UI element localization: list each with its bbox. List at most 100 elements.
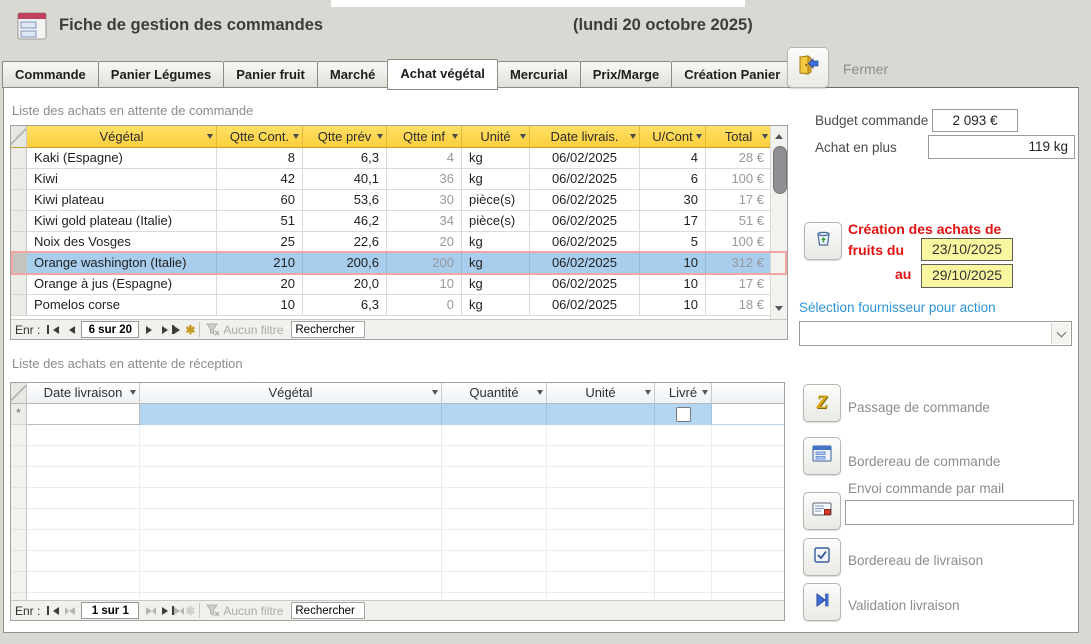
row-selector[interactable] [11, 572, 27, 593]
table-cell[interactable]: 25 [217, 232, 303, 253]
orders-column-header[interactable]: Qtte prév [303, 126, 387, 148]
reception-column-header[interactable]: Date livraison [27, 383, 140, 404]
filter-status[interactable]: Aucun filtre [206, 604, 283, 618]
table-cell[interactable]: 06/02/2025 [530, 211, 640, 232]
filter-dropdown-icon[interactable] [537, 390, 543, 398]
reception-column-header[interactable]: Quantité [442, 383, 547, 404]
table-cell[interactable]: 17 € [706, 274, 772, 295]
table-cell[interactable]: 36 [387, 169, 462, 190]
date-to-field[interactable]: 29/10/2025 [921, 264, 1013, 288]
table-row[interactable]: Kiwi plateau6053,630pièce(s)06/02/202530… [11, 190, 787, 211]
reception-column-header[interactable]: Unité [547, 383, 655, 404]
table-row[interactable]: Kiwi gold plateau (Italie)5146,234pièce(… [11, 211, 787, 232]
filter-status[interactable]: Aucun filtre [206, 323, 283, 337]
place-order-button[interactable]: Z [803, 384, 841, 422]
row-selector[interactable] [11, 232, 27, 253]
scroll-up-icon[interactable] [771, 126, 787, 143]
table-cell[interactable]: 30 [640, 190, 706, 211]
tab-marche[interactable]: Marché [317, 61, 388, 88]
previous-record-icon[interactable] [61, 603, 78, 619]
tab-panier-legumes[interactable]: Panier Légumes [98, 61, 223, 88]
tab-creation-panier[interactable]: Création Panier [671, 61, 793, 88]
table-cell[interactable]: 10 [217, 295, 303, 316]
row-selector[interactable] [11, 425, 27, 446]
table-cell[interactable]: 5 [640, 232, 706, 253]
table-cell[interactable]: 28 € [706, 148, 772, 169]
row-selector[interactable] [11, 295, 27, 316]
table-cell[interactable]: 53,6 [303, 190, 387, 211]
new-record-icon[interactable]: ✱ [176, 322, 193, 338]
next-record-icon[interactable] [142, 322, 159, 338]
date-from-field[interactable]: 23/10/2025 [921, 238, 1013, 261]
table-cell[interactable]: 06/02/2025 [530, 295, 640, 316]
orders-column-header[interactable]: Unité [462, 126, 530, 148]
orders-column-header[interactable]: Qtte inf [387, 126, 462, 148]
table-cell[interactable]: 6,3 [303, 295, 387, 316]
table-cell[interactable]: kg [462, 169, 530, 190]
table-cell[interactable]: 20 [387, 232, 462, 253]
row-selector[interactable] [11, 467, 27, 488]
table-cell[interactable]: 10 [640, 253, 706, 274]
filter-dropdown-icon[interactable] [130, 390, 136, 398]
table-cell[interactable]: 51 [217, 211, 303, 232]
orders-column-header[interactable]: Total [706, 126, 772, 148]
table-cell[interactable]: 17 € [706, 190, 772, 211]
table-row[interactable]: Kiwi4240,136kg06/02/20256100 € [11, 169, 787, 190]
new-record-selector[interactable]: * [11, 404, 27, 425]
table-cell[interactable]: kg [462, 274, 530, 295]
table-cell[interactable]: Pomelos corse [27, 295, 217, 316]
tab-achat-vegetal[interactable]: Achat végétal [387, 59, 498, 90]
orders-select-all-corner[interactable] [11, 126, 27, 148]
table-cell[interactable]: 0 [387, 295, 462, 316]
record-position-box[interactable] [81, 602, 139, 619]
scroll-down-icon[interactable] [771, 302, 787, 319]
reception-select-all-corner[interactable] [11, 383, 27, 404]
filter-dropdown-icon[interactable] [452, 134, 458, 142]
create-fruit-purchases-button[interactable] [804, 222, 842, 260]
filter-dropdown-icon[interactable] [377, 134, 383, 142]
table-cell[interactable]: 8 [217, 148, 303, 169]
table-cell[interactable]: 06/02/2025 [530, 148, 640, 169]
validate-delivery-button[interactable] [803, 583, 841, 621]
filter-dropdown-icon[interactable] [630, 134, 636, 142]
table-cell[interactable]: kg [462, 148, 530, 169]
record-position-box[interactable] [81, 321, 139, 338]
table-cell[interactable]: 210 [217, 253, 303, 274]
tab-commande[interactable]: Commande [2, 61, 98, 88]
row-selector[interactable] [11, 509, 27, 530]
row-selector[interactable] [11, 211, 27, 232]
table-cell[interactable] [655, 404, 712, 425]
email-order-button[interactable] [803, 492, 841, 530]
table-cell[interactable]: 4 [640, 148, 706, 169]
table-cell[interactable]: 20,0 [303, 274, 387, 295]
orders-column-header[interactable]: Végétal [27, 126, 217, 148]
filter-dropdown-icon[interactable] [696, 134, 702, 142]
combo-dropdown-button[interactable] [1051, 323, 1070, 344]
reception-search-input[interactable] [291, 602, 365, 619]
livre-checkbox[interactable] [676, 407, 691, 422]
table-cell[interactable] [140, 404, 442, 425]
budget-value-field[interactable]: 2 093 € [932, 109, 1018, 132]
table-cell[interactable]: 30 [387, 190, 462, 211]
table-cell[interactable]: Kiwi [27, 169, 217, 190]
table-cell[interactable]: 100 € [706, 169, 772, 190]
filter-dropdown-icon[interactable] [432, 390, 438, 398]
row-selector[interactable] [11, 593, 27, 600]
table-cell[interactable]: pièce(s) [462, 211, 530, 232]
next-record-icon[interactable] [142, 603, 159, 619]
orders-column-header[interactable]: U/Cont [640, 126, 706, 148]
table-cell[interactable]: 6 [640, 169, 706, 190]
table-cell[interactable]: Kiwi plateau [27, 190, 217, 211]
reception-column-header[interactable]: Livré [655, 383, 712, 404]
row-selector[interactable] [11, 148, 27, 169]
table-cell[interactable]: Orange à jus (Espagne) [27, 274, 217, 295]
first-record-icon[interactable] [44, 603, 61, 619]
row-selector[interactable] [11, 551, 27, 572]
table-cell[interactable]: 06/02/2025 [530, 232, 640, 253]
table-row[interactable]: Orange washington (Italie)210200,6200kg0… [11, 253, 787, 274]
delivery-slip-button[interactable] [803, 538, 841, 576]
table-cell[interactable] [442, 404, 547, 425]
table-cell[interactable]: 20 [217, 274, 303, 295]
filter-dropdown-icon[interactable] [207, 134, 213, 142]
table-cell[interactable]: 34 [387, 211, 462, 232]
